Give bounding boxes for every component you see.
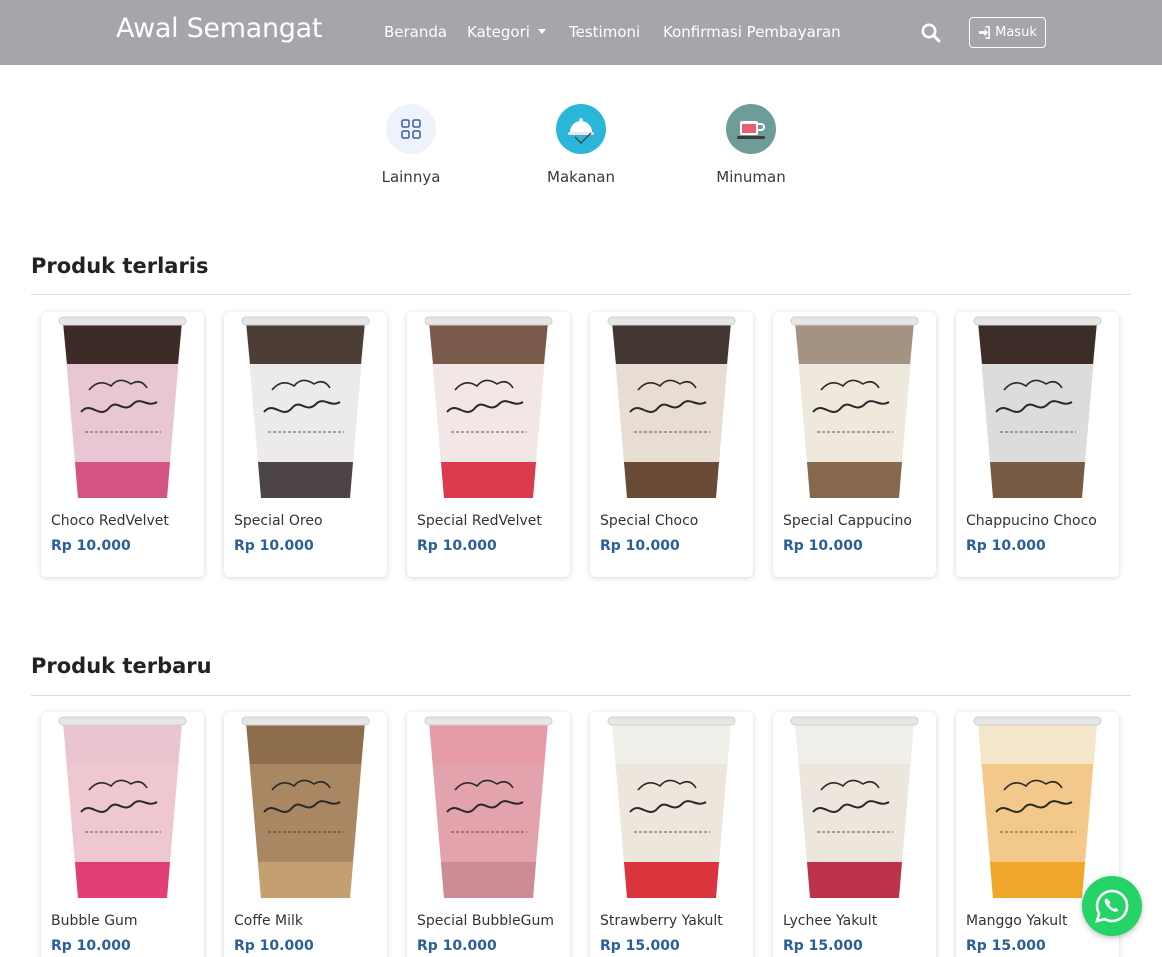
product-image bbox=[973, 316, 1102, 498]
product-card[interactable]: Special Oreo Rp 10.000 bbox=[224, 312, 387, 577]
product-card[interactable]: Special RedVelvet Rp 10.000 bbox=[407, 312, 570, 577]
product-image-wrapper[interactable] bbox=[41, 712, 204, 902]
product-price: Rp 10.000 bbox=[51, 538, 131, 554]
product-name[interactable]: Special BubbleGum bbox=[407, 902, 570, 929]
product-image-wrapper[interactable] bbox=[224, 312, 387, 502]
product-image-wrapper[interactable] bbox=[41, 312, 204, 502]
product-name[interactable]: Special RedVelvet bbox=[407, 502, 570, 529]
login-button[interactable]: Masuk bbox=[969, 17, 1046, 48]
product-price: Rp 10.000 bbox=[600, 538, 680, 554]
navbar: Awal Semangat Beranda Kategori Testimoni… bbox=[0, 0, 1162, 65]
product-name[interactable]: Special Cappucino bbox=[773, 502, 936, 529]
product-image-wrapper[interactable] bbox=[590, 712, 753, 902]
category-label: Lainnya bbox=[381, 168, 441, 186]
product-image-wrapper[interactable] bbox=[956, 312, 1119, 502]
product-name[interactable]: Bubble Gum bbox=[41, 902, 204, 929]
product-name[interactable]: Special Oreo bbox=[224, 502, 387, 529]
brand-logo[interactable]: Awal Semangat bbox=[116, 13, 322, 44]
product-name[interactable]: Coffe Milk bbox=[224, 902, 387, 929]
product-name[interactable]: Special Choco bbox=[590, 502, 753, 529]
grid-icon bbox=[386, 104, 436, 154]
divider bbox=[31, 695, 1131, 696]
product-name[interactable]: Strawberry Yakult bbox=[590, 902, 753, 929]
coffee-cup-icon bbox=[726, 104, 776, 154]
login-label: Masuk bbox=[995, 25, 1037, 40]
search-icon[interactable] bbox=[920, 22, 942, 44]
product-image bbox=[58, 716, 187, 898]
whatsapp-icon[interactable] bbox=[1082, 876, 1142, 936]
nav-testimonial[interactable]: Testimoni bbox=[569, 23, 640, 41]
product-image bbox=[790, 716, 919, 898]
product-price: Rp 10.000 bbox=[966, 538, 1046, 554]
category-label: Makanan bbox=[547, 168, 615, 186]
product-image-wrapper[interactable] bbox=[773, 712, 936, 902]
product-image bbox=[607, 316, 736, 498]
product-card[interactable]: Coffe Milk Rp 10.000 bbox=[224, 712, 387, 957]
product-card[interactable]: Special Choco Rp 10.000 bbox=[590, 312, 753, 577]
product-card[interactable]: Special BubbleGum Rp 10.000 bbox=[407, 712, 570, 957]
product-image-wrapper[interactable] bbox=[956, 712, 1119, 902]
product-name[interactable]: Choco RedVelvet bbox=[41, 502, 204, 529]
section-title-bestsellers: Produk terlaris bbox=[31, 254, 209, 278]
product-price: Rp 15.000 bbox=[783, 938, 863, 954]
product-image bbox=[973, 716, 1102, 898]
product-image bbox=[424, 716, 553, 898]
caret-down-icon bbox=[537, 29, 546, 34]
nav-home[interactable]: Beranda bbox=[384, 23, 447, 41]
nav-payment-confirmation[interactable]: Konfirmasi Pembayaran bbox=[663, 23, 841, 41]
nav-category-label: Kategori bbox=[467, 23, 530, 41]
product-price: Rp 10.000 bbox=[51, 938, 131, 954]
product-card[interactable]: Choco RedVelvet Rp 10.000 bbox=[41, 312, 204, 577]
product-price: Rp 15.000 bbox=[600, 938, 680, 954]
section-title-newest: Produk terbaru bbox=[31, 654, 212, 678]
product-card[interactable]: Strawberry Yakult Rp 15.000 bbox=[590, 712, 753, 957]
product-card[interactable]: Chappucino Choco Rp 10.000 bbox=[956, 312, 1119, 577]
nav-category-dropdown[interactable]: Kategori bbox=[467, 23, 546, 41]
sign-in-icon bbox=[979, 26, 991, 39]
product-price: Rp 10.000 bbox=[783, 538, 863, 554]
product-card[interactable]: Bubble Gum Rp 10.000 bbox=[41, 712, 204, 957]
product-image bbox=[607, 716, 736, 898]
product-price: Rp 15.000 bbox=[966, 938, 1046, 954]
category-label: Minuman bbox=[716, 168, 786, 186]
product-name[interactable]: Chappucino Choco bbox=[956, 502, 1119, 529]
product-image-wrapper[interactable] bbox=[773, 312, 936, 502]
product-price: Rp 10.000 bbox=[234, 938, 314, 954]
product-image-wrapper[interactable] bbox=[224, 712, 387, 902]
product-image bbox=[790, 316, 919, 498]
product-name[interactable]: Lychee Yakult bbox=[773, 902, 936, 929]
product-image bbox=[241, 316, 370, 498]
divider bbox=[31, 294, 1131, 295]
product-price: Rp 10.000 bbox=[417, 538, 497, 554]
product-image-wrapper[interactable] bbox=[407, 712, 570, 902]
product-price: Rp 10.000 bbox=[417, 938, 497, 954]
product-image bbox=[58, 316, 187, 498]
food-cloche-icon bbox=[556, 104, 606, 154]
product-image bbox=[424, 316, 553, 498]
category-makanan[interactable]: Makanan bbox=[531, 104, 631, 186]
category-minuman[interactable]: Minuman bbox=[701, 104, 801, 186]
product-image-wrapper[interactable] bbox=[590, 312, 753, 502]
product-image-wrapper[interactable] bbox=[407, 312, 570, 502]
product-price: Rp 10.000 bbox=[234, 538, 314, 554]
product-image bbox=[241, 716, 370, 898]
product-card[interactable]: Lychee Yakult Rp 15.000 bbox=[773, 712, 936, 957]
product-card[interactable]: Special Cappucino Rp 10.000 bbox=[773, 312, 936, 577]
category-lainnya[interactable]: Lainnya bbox=[361, 104, 461, 186]
